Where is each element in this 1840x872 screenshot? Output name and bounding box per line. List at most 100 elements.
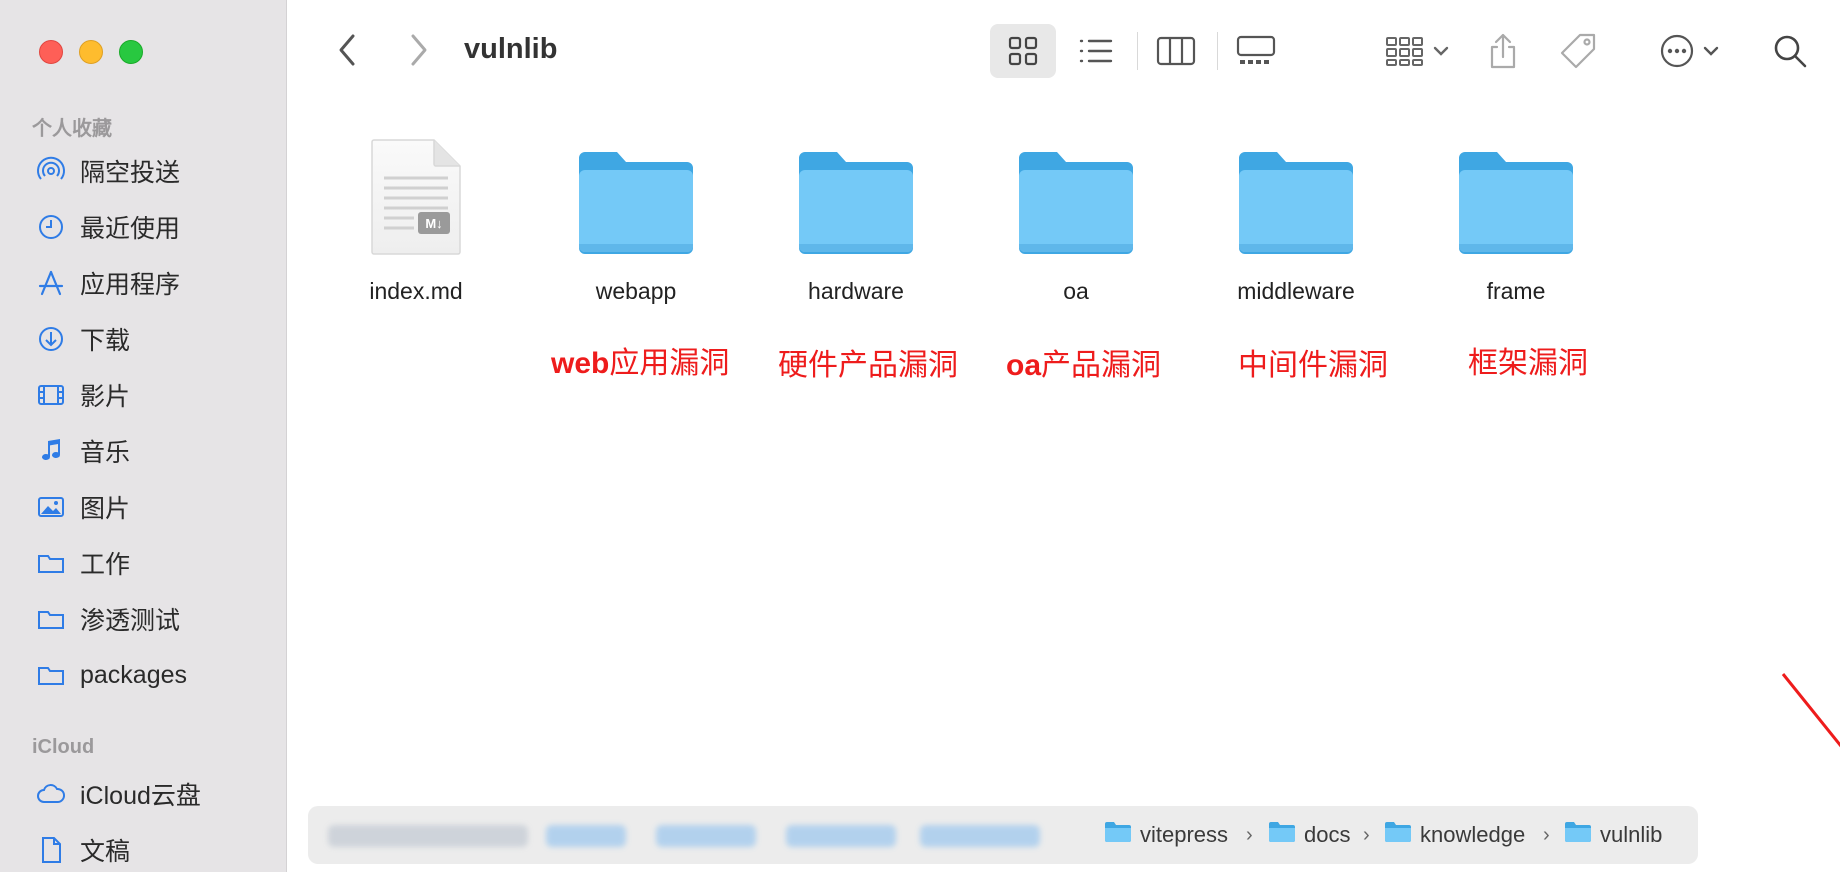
folder-item-frame[interactable]: frame [1436, 136, 1596, 305]
folder-icon [1436, 136, 1596, 256]
sidebar-item-label: 隔空投送 [80, 159, 181, 187]
folder-icon [776, 136, 936, 256]
sidebar-item-label: 下载 [80, 327, 131, 355]
folder-name: hardware [808, 278, 904, 304]
sidebar-item-airdrop[interactable]: 隔空投送 [36, 151, 180, 191]
folder-icon [36, 604, 66, 634]
window-controls [39, 40, 143, 64]
zoom-window-button[interactable] [119, 40, 143, 64]
path-separator-icon: › [1543, 824, 1550, 846]
folder-icon [996, 136, 1156, 256]
annotation-oa: oa产品漏洞 [1006, 340, 1161, 384]
sidebar-item-label: 工作 [80, 551, 131, 579]
ellipsis-circle-icon [1659, 33, 1695, 69]
crumb-label: vulnlib [1600, 822, 1663, 847]
file-name: index.md [369, 278, 463, 304]
folder-icon [1216, 136, 1376, 256]
crumb-label: knowledge [1420, 822, 1526, 847]
group-icon [1385, 35, 1425, 67]
path-crumb-vitepress[interactable]: vitepress [1104, 820, 1228, 850]
sidebar-item-label: 文稿 [80, 838, 131, 866]
path-segment-blurred [920, 825, 1040, 847]
sidebar-item-pictures[interactable]: 图片 [36, 487, 130, 527]
applications-icon [36, 268, 66, 298]
sidebar-item-label: 图片 [80, 495, 131, 523]
share-button[interactable] [1483, 24, 1523, 78]
sidebar-item-applications[interactable]: 应用程序 [36, 263, 180, 303]
folder-icon [36, 548, 66, 578]
tag-button[interactable] [1553, 24, 1603, 78]
path-segment-blurred [328, 825, 528, 847]
sidebar-item-music[interactable]: 音乐 [36, 431, 130, 471]
chevron-down-icon [1703, 45, 1719, 57]
chevron-left-icon [337, 32, 359, 68]
minimize-window-button[interactable] [79, 40, 103, 64]
sidebar-item-recents[interactable]: 最近使用 [36, 207, 180, 247]
airdrop-icon [36, 156, 66, 186]
close-window-button[interactable] [39, 40, 63, 64]
annotation-text: 框架漏洞 [1468, 347, 1588, 380]
file-item-index-md[interactable]: M↓ index.md [336, 136, 496, 305]
folder-item-webapp[interactable]: webapp [556, 136, 716, 305]
path-segment-blurred [546, 825, 626, 847]
sidebar-item-movies[interactable]: 影片 [36, 375, 130, 415]
sidebar-item-documents[interactable]: 文稿 [36, 830, 130, 870]
path-bar: vitepress › docs › knowledge › vulnlib [308, 806, 1698, 864]
path-segment-blurred [786, 825, 896, 847]
list-view-button[interactable] [1063, 24, 1129, 78]
sidebar-item-pentest[interactable]: 渗透测试 [36, 599, 180, 639]
folder-name: middleware [1237, 278, 1355, 304]
photo-icon [36, 492, 66, 522]
back-button[interactable] [331, 30, 365, 70]
annotation-prefix: web [551, 347, 610, 380]
tag-icon [1558, 31, 1598, 71]
sidebar-item-label: 影片 [80, 383, 131, 411]
sidebar-item-downloads[interactable]: 下载 [36, 319, 130, 359]
chevron-down-icon [1433, 45, 1449, 57]
path-crumb-knowledge[interactable]: knowledge [1384, 820, 1525, 850]
toolbar-separator [1217, 32, 1218, 70]
annotation-webapp: web应用漏洞 [551, 338, 729, 382]
forward-button[interactable] [401, 30, 435, 70]
search-button[interactable] [1765, 24, 1815, 78]
folder-item-middleware[interactable]: middleware [1216, 136, 1376, 305]
sidebar-item-work[interactable]: 工作 [36, 543, 130, 583]
download-icon [36, 324, 66, 354]
folder-icon [36, 660, 66, 690]
path-crumb-vulnlib[interactable]: vulnlib [1564, 820, 1662, 850]
clock-icon [36, 212, 66, 242]
sidebar-item-icloud-drive[interactable]: iCloud云盘 [36, 774, 201, 814]
path-crumb-docs[interactable]: docs [1268, 820, 1350, 850]
sidebar-item-label: 应用程序 [80, 271, 181, 299]
annotation-prefix: oa [1006, 349, 1042, 382]
folder-name: frame [1486, 278, 1546, 304]
path-separator-icon: › [1246, 824, 1253, 846]
annotation-text: 硬件产品漏洞 [778, 349, 958, 382]
folder-item-oa[interactable]: oa [996, 136, 1156, 305]
annotation-frame: 框架漏洞 [1468, 338, 1588, 382]
document-icon [36, 835, 66, 865]
column-view-button[interactable] [1143, 24, 1209, 78]
sidebar-item-packages[interactable]: packages [36, 655, 187, 695]
annotation-text: 中间件漏洞 [1238, 349, 1388, 382]
sidebar: 个人收藏 隔空投送 最近使用 应用程序 下载 影片 音乐 图片 工作 渗透测试 … [0, 0, 287, 872]
sidebar-item-label: 音乐 [80, 439, 131, 467]
annotation-middleware: 中间件漏洞 [1238, 340, 1388, 384]
sidebar-item-label: iCloud云盘 [80, 782, 201, 810]
folder-icon [1268, 821, 1304, 849]
more-actions-button[interactable] [1649, 24, 1729, 78]
folder-name: webapp [595, 278, 677, 304]
group-by-button[interactable] [1377, 24, 1457, 78]
gallery-view-button[interactable] [1223, 24, 1289, 78]
favorites-section-title: 个人收藏 [32, 118, 112, 140]
toolbar-separator [1137, 32, 1138, 70]
grid-icon [1007, 35, 1039, 67]
sidebar-item-label: packages [80, 660, 188, 689]
folder-item-hardware[interactable]: hardware [776, 136, 936, 305]
icon-view-button[interactable] [990, 24, 1056, 78]
chevron-right-icon [407, 32, 429, 68]
folder-icon [1564, 821, 1600, 849]
columns-icon [1156, 36, 1196, 66]
folder-icon [556, 136, 716, 256]
annotation-text: 产品漏洞 [1041, 349, 1162, 382]
